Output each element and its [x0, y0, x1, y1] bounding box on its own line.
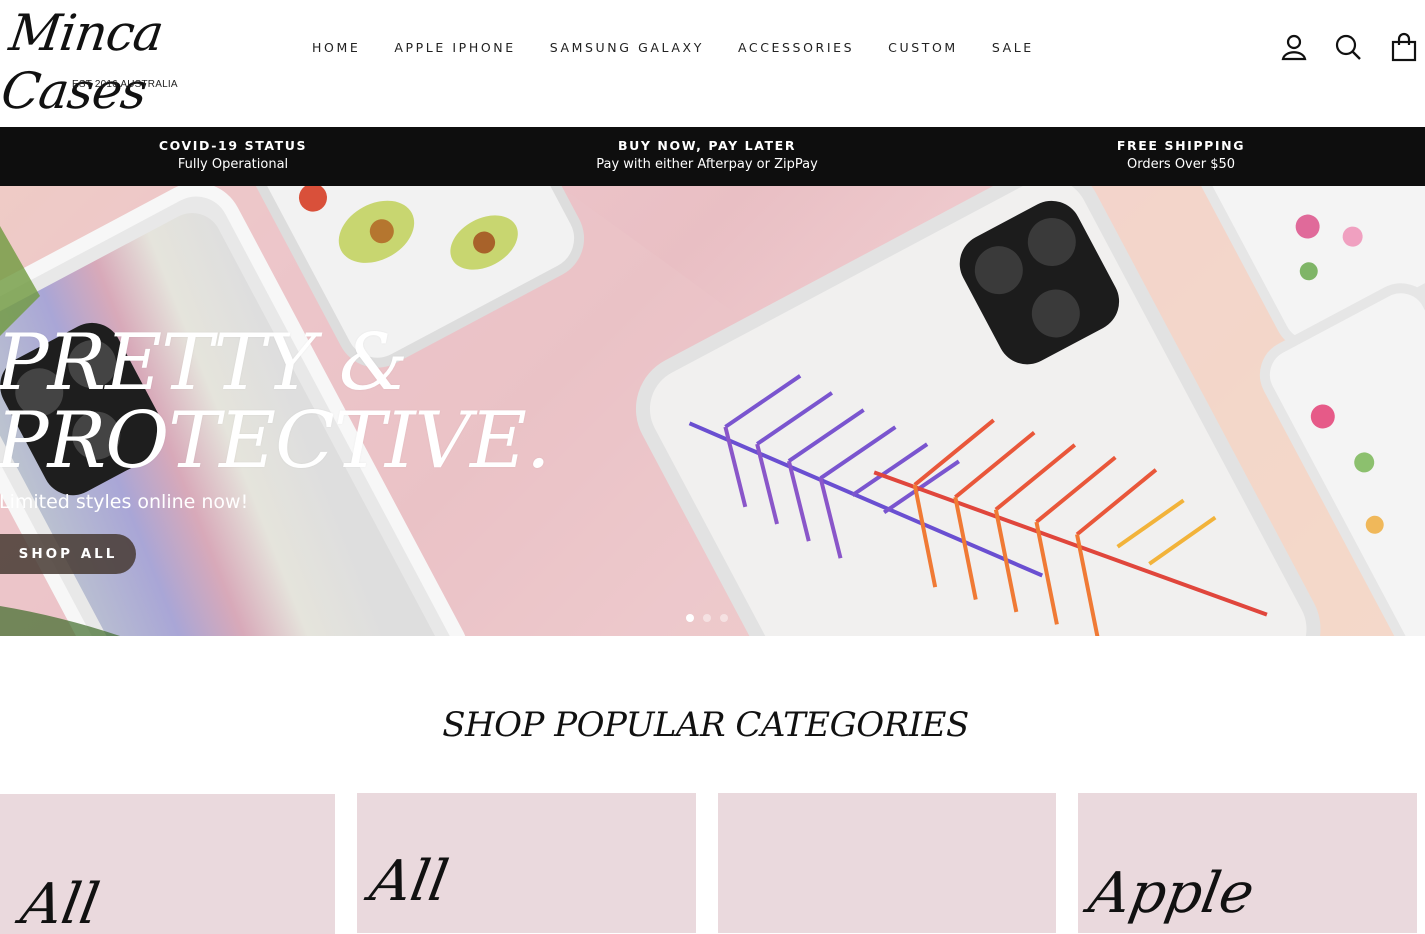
- slider-dot-2[interactable]: [703, 614, 711, 622]
- logo[interactable]: Minca Cases EST 2016 AUSTRALIA: [0, 4, 228, 120]
- hero-banner[interactable]: PRETTY & PROTECTIVE. Limited styles onli…: [0, 186, 1425, 636]
- promo-paylater: BUY NOW, PAY LATER Pay with either After…: [596, 138, 818, 172]
- nav-sale[interactable]: SALE: [992, 40, 1034, 55]
- category-card-label: Apple: [1084, 861, 1259, 926]
- account-icon[interactable]: [1279, 32, 1309, 62]
- nav-apple-iphone[interactable]: APPLE IPHONE: [394, 40, 515, 55]
- category-card-4[interactable]: Apple: [1078, 793, 1417, 933]
- logo-subtitle: EST 2016 AUSTRALIA: [72, 79, 178, 90]
- promo-title: COVID-19 STATUS: [158, 138, 308, 153]
- site-header: Minca Cases EST 2016 AUSTRALIA HOME APPL…: [0, 0, 1425, 127]
- slider-dot-1[interactable]: [686, 614, 694, 622]
- promo-subtitle: Orders Over $50: [1126, 157, 1236, 172]
- promo-shipping: FREE SHIPPING Orders Over $50: [1117, 138, 1245, 172]
- category-card-label: All: [365, 849, 453, 914]
- shop-all-button[interactable]: SHOP ALL: [0, 534, 136, 574]
- hero-title: PRETTY & PROTECTIVE.: [0, 318, 551, 486]
- logo-text: Minca Cases: [0, 4, 167, 120]
- category-card-1[interactable]: All: [0, 794, 335, 934]
- nav-custom[interactable]: CUSTOM: [888, 40, 958, 55]
- hero-subtitle: Limited styles online now!: [0, 491, 249, 513]
- category-card-label: All: [16, 872, 104, 934]
- main-nav: HOME APPLE IPHONE SAMSUNG GALAXY ACCESSO…: [312, 40, 1068, 55]
- promo-subtitle: Pay with either Afterpay or ZipPay: [596, 157, 818, 172]
- section-title: SHOP POPULAR CATEGORIES: [442, 705, 969, 745]
- promo-covid: COVID-19 STATUS Fully Operational: [159, 138, 307, 172]
- category-card-3[interactable]: [718, 793, 1056, 933]
- slider-dot-3[interactable]: [720, 614, 728, 622]
- nav-accessories[interactable]: ACCESSORIES: [738, 40, 854, 55]
- slider-dots: [686, 614, 728, 622]
- promo-title: FREE SHIPPING: [1116, 138, 1246, 153]
- category-card-2[interactable]: All: [357, 793, 696, 933]
- hero-title-line1: PRETTY &: [0, 318, 408, 408]
- promo-title: BUY NOW, PAY LATER: [617, 138, 797, 153]
- promo-bar: COVID-19 STATUS Fully Operational BUY NO…: [0, 127, 1425, 186]
- promo-subtitle: Fully Operational: [177, 157, 289, 172]
- nav-home[interactable]: HOME: [312, 40, 360, 55]
- search-icon[interactable]: [1333, 32, 1363, 62]
- hero-title-line2: PROTECTIVE.: [0, 396, 551, 486]
- cart-icon[interactable]: [1389, 32, 1419, 62]
- nav-samsung-galaxy[interactable]: SAMSUNG GALAXY: [550, 40, 704, 55]
